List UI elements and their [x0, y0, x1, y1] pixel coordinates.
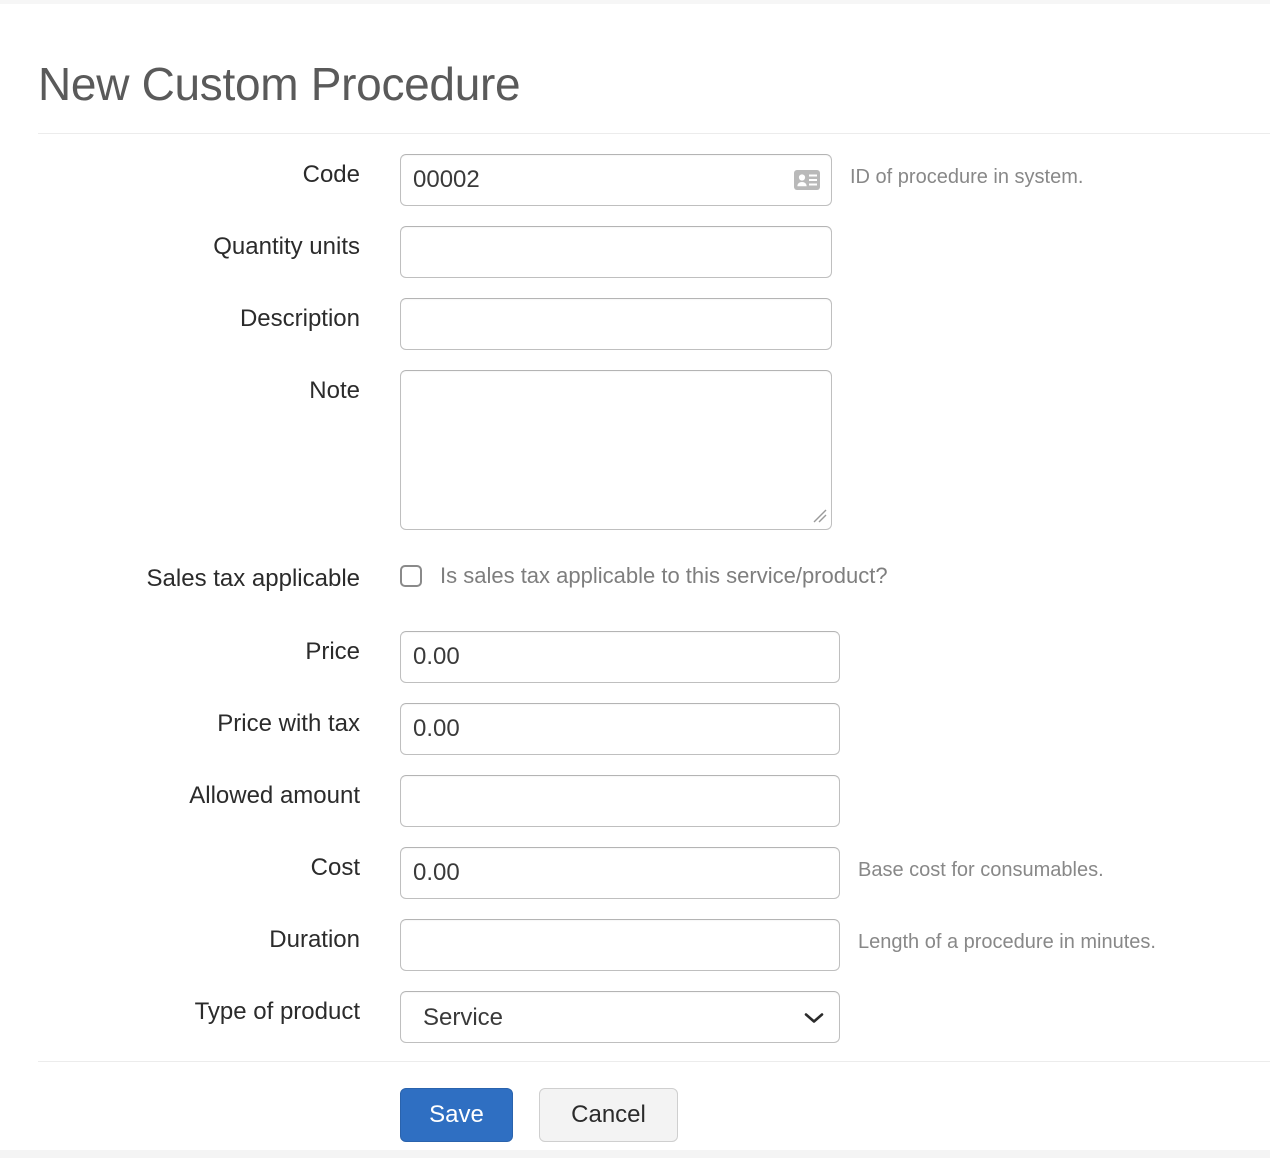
control-price [400, 631, 840, 683]
label-sales-tax-applicable: Sales tax applicable [146, 565, 360, 592]
help-duration: Length of a procedure in minutes. [858, 931, 1156, 953]
sales-tax-checkbox[interactable] [400, 565, 422, 587]
control-allowed-amount [400, 775, 840, 827]
sales-tax-checkbox-label: Is sales tax applicable to this service/… [440, 563, 888, 588]
form-actions: Save Cancel [400, 1088, 678, 1142]
label-allowed-amount: Allowed amount [189, 782, 360, 809]
form-row-code: Code ID of pr [0, 133, 1270, 226]
control-price-with-tax [400, 703, 840, 755]
label-description: Description [239, 305, 360, 332]
form-row-note: Note [0, 370, 1270, 558]
label-price: Price [305, 638, 360, 665]
save-button[interactable]: Save [400, 1088, 513, 1142]
bottom-edge-strip [0, 1150, 1270, 1158]
label-duration: Duration [269, 926, 360, 953]
footer-divider [38, 1061, 1270, 1062]
form-row-cost: Cost Base cost for consumables. [0, 847, 1270, 919]
label-quantity-units: Quantity units [213, 233, 360, 260]
allowed-amount-input[interactable] [400, 775, 840, 827]
form-row-price-with-tax: Price with tax [0, 703, 1270, 775]
cost-input[interactable] [400, 847, 840, 899]
form-row-allowed-amount: Allowed amount [0, 775, 1270, 847]
note-textarea[interactable] [400, 370, 832, 530]
form-row-duration: Duration Length of a procedure in minute… [0, 919, 1270, 991]
price-with-tax-input[interactable] [400, 703, 840, 755]
form-row-sales-tax: Sales tax applicable Is sales tax applic… [0, 558, 1270, 631]
type-of-product-select[interactable]: Service [400, 991, 840, 1043]
label-code: Code [302, 161, 360, 188]
quantity-units-input[interactable] [400, 226, 832, 278]
description-input[interactable] [400, 298, 832, 350]
control-code [400, 154, 832, 206]
cancel-button[interactable]: Cancel [539, 1088, 678, 1142]
label-type-of-product: Type of product [194, 998, 360, 1025]
control-duration [400, 919, 840, 971]
label-cost: Cost [310, 854, 360, 881]
form-row-quantity-units: Quantity units [0, 226, 1270, 298]
code-input[interactable] [400, 154, 832, 206]
control-cost [400, 847, 840, 899]
new-custom-procedure-page: New Custom Procedure Code 00002 ID of pr… [0, 0, 1270, 1158]
procedure-form: Code ID of pr [0, 133, 1270, 1063]
duration-input[interactable] [400, 919, 840, 971]
page-title: New Custom Procedure [38, 57, 521, 110]
control-quantity-units [400, 226, 832, 278]
form-row-description: Description [0, 298, 1270, 370]
control-description [400, 298, 832, 350]
help-code: ID of procedure in system. [850, 166, 1084, 188]
label-note: Note [309, 377, 360, 404]
control-sales-tax: Is sales tax applicable to this service/… [400, 558, 888, 589]
help-cost: Base cost for consumables. [858, 859, 1104, 881]
top-edge-strip [0, 0, 1270, 4]
form-row-type-of-product: Type of product Service [0, 991, 1270, 1063]
control-type-of-product: Service [400, 991, 840, 1043]
label-price-with-tax: Price with tax [217, 710, 360, 737]
control-note [400, 370, 832, 530]
price-input[interactable] [400, 631, 840, 683]
form-row-price: Price [0, 631, 1270, 703]
